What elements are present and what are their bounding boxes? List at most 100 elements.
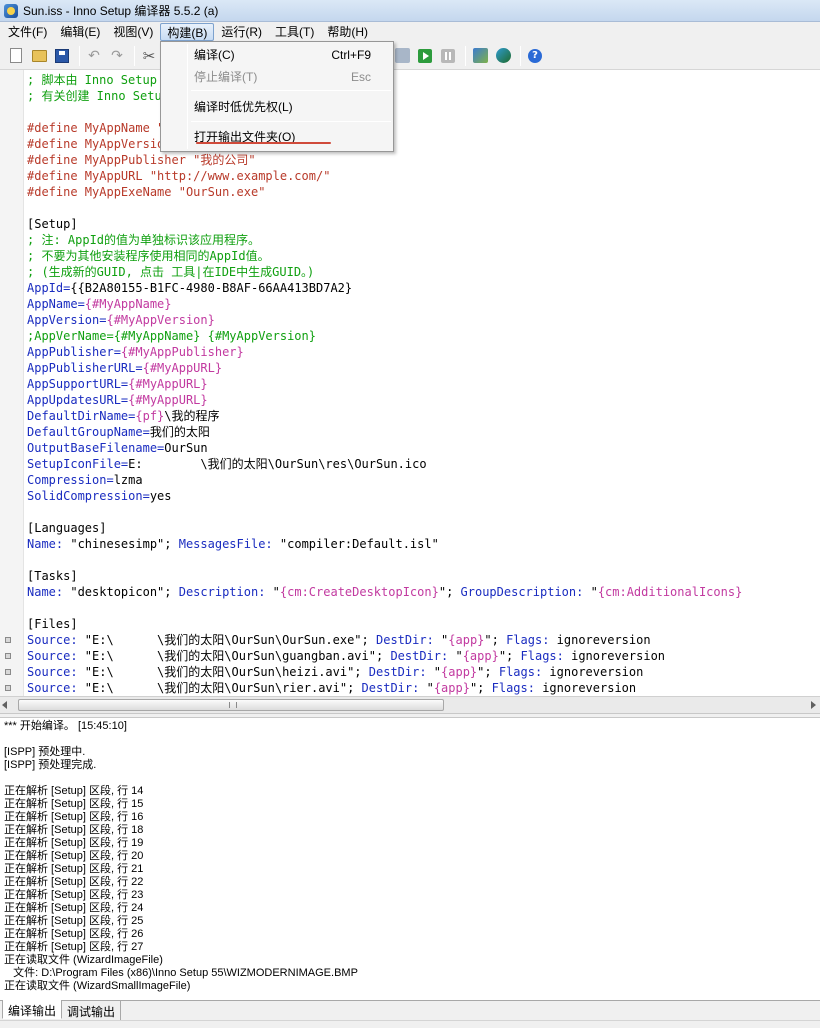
menu-item-label: 编译时低优先权(L)	[194, 100, 293, 114]
output-line: 正在读取文件 (WizardImageFile)	[4, 954, 163, 966]
code-token: 我们的太阳	[149, 425, 210, 439]
output-line: 正在解析 [Setup] 区段, 行 26	[4, 928, 144, 940]
code-token: {#MyAppURL}	[142, 361, 223, 375]
code-token: [Setup]	[27, 217, 78, 231]
code-token: DestDir:	[390, 649, 456, 663]
menu-item[interactable]: 文件(F)	[2, 23, 53, 41]
code-token: AppPublisherURL=	[27, 361, 143, 375]
code-token: "E:\ \我们的太阳\OurSun\OurSun.exe";	[84, 633, 376, 647]
code-line: ; 注: AppId的值为单独标识该应用程序。	[27, 232, 820, 248]
breakpoint-marker-icon[interactable]	[5, 669, 11, 675]
code-token: {cm:CreateDesktopIcon}	[279, 585, 439, 599]
menu-item[interactable]: 工具(T)	[269, 23, 320, 41]
cut-button[interactable]: ✂	[139, 46, 159, 66]
code-token: \我的程序	[164, 409, 220, 423]
breakpoint-marker-icon[interactable]	[5, 685, 11, 691]
code-token: {app}	[441, 665, 478, 679]
output-line: 正在解析 [Setup] 区段, 行 14	[4, 785, 144, 797]
undo-button[interactable]: ↶	[84, 46, 104, 66]
redo-button[interactable]: ↷	[107, 46, 127, 66]
build-menu-dropdown: 编译(C) Ctrl+F9 停止编译(T) Esc 编译时低优先权(L) 打开输出文件夹(…	[160, 41, 394, 152]
scrollbar-thumb[interactable]	[18, 699, 444, 711]
wizard-icon	[495, 48, 511, 63]
code-token: "	[455, 649, 463, 663]
code-line: Name: "desktopicon"; Description: "{cm:C…	[27, 584, 820, 600]
build-menu-item[interactable]: 停止编译(T) Esc	[163, 66, 391, 88]
tab-output[interactable]: 调试输出	[62, 1001, 122, 1020]
output-line: 正在解析 [Setup] 区段, 行 19	[4, 837, 144, 849]
build-menu-item[interactable]: 打开输出文件夹(O)	[163, 126, 391, 148]
code-token: [Files]	[27, 617, 78, 631]
help-button[interactable]: ?	[525, 46, 545, 66]
code-token: #define MyAppExeName "OurSun.exe"	[27, 185, 266, 199]
grip-icon	[229, 702, 237, 708]
code-token: OurSun	[164, 441, 208, 455]
code-line: OutputBaseFilename=OurSun	[27, 440, 820, 456]
code-token: #define MyAppPublisher "我的公司"	[27, 153, 256, 167]
code-line: ; 有关创建 Inno Setup 脚本文件的详细资料请查阅帮助文档！	[27, 88, 820, 104]
run-button[interactable]	[415, 46, 435, 66]
build-menu-item[interactable]: 编译(C) Ctrl+F9	[163, 44, 391, 66]
menu-item[interactable]: 运行(R)	[215, 23, 268, 41]
title-bar: Sun.iss - Inno Setup 编译器 5.5.2 (a)	[0, 0, 820, 22]
code-token: {cm:AdditionalIcons}	[597, 585, 743, 599]
save-button[interactable]	[52, 46, 72, 66]
horizontal-scrollbar[interactable]	[0, 696, 820, 713]
output-line: 文件: D:\Program Files (x86)\Inno Setup 55…	[4, 967, 358, 979]
build-menu-item[interactable]: 编译时低优先权(L)	[163, 96, 391, 118]
code-line: Source: "E:\ \我们的太阳\OurSun\rier.avi"; De…	[5, 680, 820, 696]
menu-item[interactable]: 帮助(H)	[321, 23, 374, 41]
breakpoint-marker-icon[interactable]	[5, 637, 11, 643]
menu-item[interactable]: 编辑(E)	[54, 23, 106, 41]
toolbar-separator	[79, 45, 80, 66]
code-token: Flags:	[498, 665, 550, 679]
output-line: 正在解析 [Setup] 区段, 行 27	[4, 941, 144, 953]
code-line: [Languages]	[27, 520, 820, 536]
menu-item[interactable]: 构建(B)	[160, 23, 215, 41]
output-line: *** 开始编译。 [15:45:10]	[4, 720, 127, 732]
tab-output[interactable]: 编译输出	[2, 1000, 63, 1019]
output-line: 正在读取文件 (WizardSmallImageFile)	[4, 980, 191, 992]
code-token: {#MyAppVersion}	[106, 313, 215, 327]
code-token: "	[590, 585, 598, 599]
output-line: [ISPP] 预处理完成.	[4, 759, 97, 771]
new-file-icon	[10, 48, 22, 63]
output-line: [ISPP] 预处理中.	[4, 746, 86, 758]
code-token: DestDir:	[361, 681, 427, 695]
code-token: "chinesesimp";	[70, 537, 179, 551]
code-token: SolidCompression=	[27, 489, 150, 503]
menu-item[interactable]: 视图(V)	[107, 23, 159, 41]
code-token: ;AppVerName={#MyAppName} {#MyAppVersion}	[27, 329, 316, 343]
open-button[interactable]	[29, 46, 49, 66]
code-token: SetupIconFile=	[27, 457, 129, 471]
save-icon	[55, 48, 69, 63]
code-token: "desktopicon";	[70, 585, 179, 599]
code-line: AppName={#MyAppName}	[27, 296, 820, 312]
toolbar-separator	[134, 45, 135, 66]
new-file-button[interactable]	[6, 46, 26, 66]
code-line: Compression=lzma	[27, 472, 820, 488]
app-icon	[4, 3, 18, 18]
code-token: ";	[438, 585, 461, 599]
output-line: 正在解析 [Setup] 区段, 行 25	[4, 915, 144, 927]
output-line: 正在解析 [Setup] 区段, 行 15	[4, 798, 144, 810]
code-editor[interactable]: ; 脚本由 Inno Setup 脚本向导 生成！; 有关创建 Inno Set…	[0, 70, 820, 696]
misc-button[interactable]	[392, 46, 412, 66]
code-line: AppUpdatesURL={#MyAppURL}	[27, 392, 820, 408]
pause-button[interactable]	[438, 46, 458, 66]
highlight-underline	[196, 142, 331, 144]
wizard-button[interactable]	[493, 46, 513, 66]
code-token: ignoreversion	[549, 665, 644, 679]
window-title: Sun.iss - Inno Setup 编译器 5.5.2 (a)	[23, 4, 219, 18]
code-token: AppVersion=	[27, 313, 107, 327]
scroll-left-icon[interactable]	[2, 701, 7, 709]
breakpoint-marker-icon[interactable]	[5, 653, 11, 659]
code-line: [Tasks]	[27, 568, 820, 584]
menu-item-shortcut: Esc	[350, 70, 371, 84]
code-token: {#MyAppPublisher}	[120, 345, 244, 359]
code-line: #define MyAppVersion "1.5"	[27, 136, 820, 152]
scroll-right-icon[interactable]	[811, 701, 816, 709]
compile-button[interactable]	[470, 46, 490, 66]
